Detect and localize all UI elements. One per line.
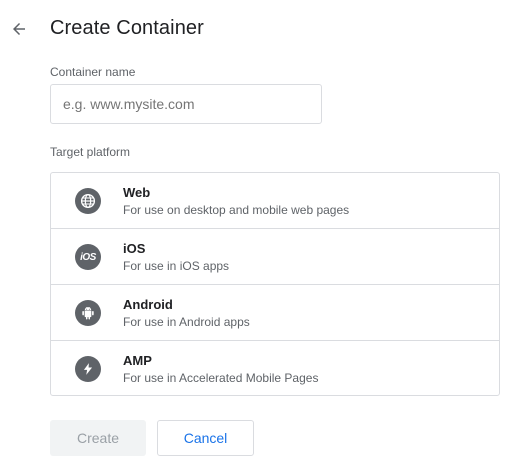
platform-description: For use in iOS apps <box>123 259 230 273</box>
platform-option-ios[interactable]: iOS iOS For use in iOS apps <box>51 229 499 285</box>
arrow-back-icon <box>13 23 25 35</box>
platform-name: AMP <box>123 353 152 368</box>
platform-description: For use in Accelerated Mobile Pages <box>123 371 319 385</box>
container-name-label: Container name <box>50 65 136 79</box>
bolt-icon <box>75 356 101 382</box>
platform-option-android[interactable]: Android For use in Android apps <box>51 285 499 341</box>
platform-name: iOS <box>123 241 146 256</box>
globe-icon <box>75 188 101 214</box>
platform-list: Web For use on desktop and mobile web pa… <box>50 172 500 396</box>
page-title: Create Container <box>50 17 204 39</box>
back-button[interactable] <box>6 16 32 42</box>
platform-name: Android <box>123 297 173 312</box>
platform-description: For use in Android apps <box>123 315 250 329</box>
platform-description: For use on desktop and mobile web pages <box>123 203 350 217</box>
page-header: Create Container <box>0 0 527 60</box>
create-button[interactable]: Create <box>50 420 146 456</box>
ios-icon: iOS <box>75 244 101 270</box>
container-name-input[interactable] <box>50 84 322 124</box>
platform-option-amp[interactable]: AMP For use in Accelerated Mobile Pages <box>51 341 499 397</box>
cancel-button[interactable]: Cancel <box>157 420 254 456</box>
platform-option-web[interactable]: Web For use on desktop and mobile web pa… <box>51 173 499 229</box>
platform-name: Web <box>123 185 151 200</box>
android-icon <box>75 300 101 326</box>
target-platform-label: Target platform <box>50 145 131 159</box>
